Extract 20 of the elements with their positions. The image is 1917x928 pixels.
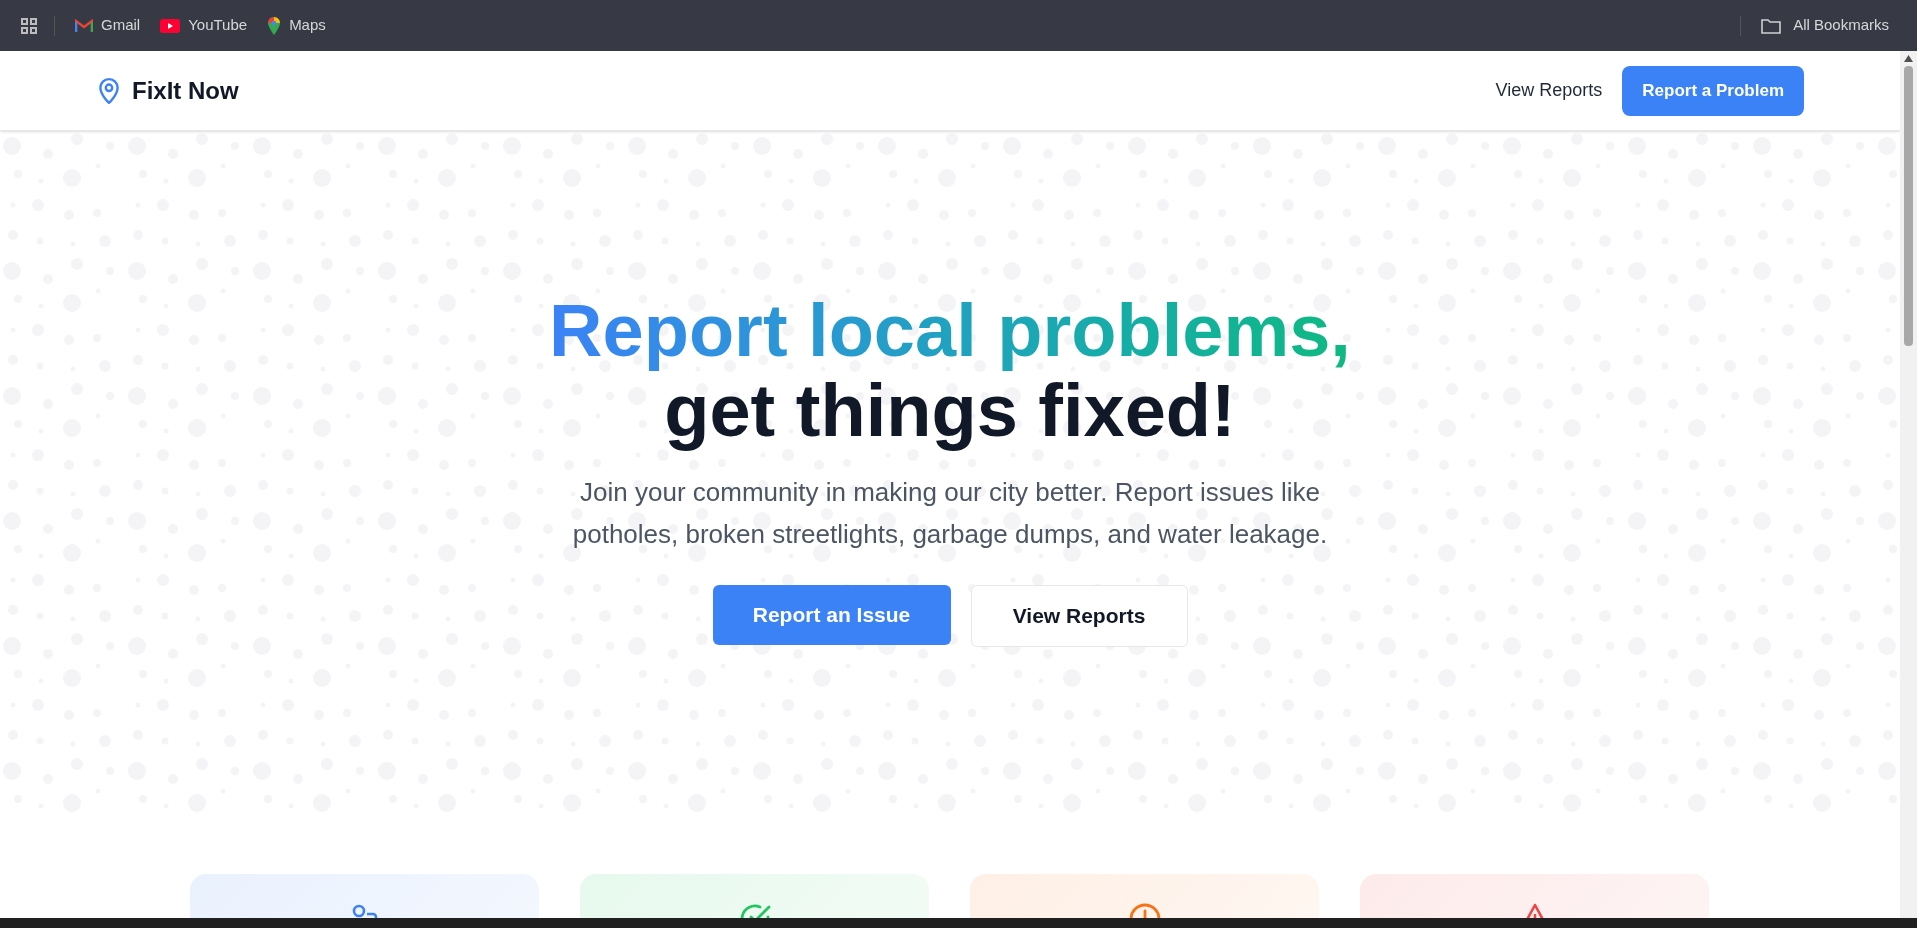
all-bookmarks-button[interactable]: All Bookmarks	[1761, 14, 1889, 37]
map-pin-icon	[267, 15, 282, 36]
apps-icon[interactable]	[20, 16, 38, 35]
view-reports-button[interactable]: View Reports	[970, 585, 1188, 647]
report-issue-button[interactable]: Report an Issue	[712, 585, 951, 645]
bookmark-link[interactable]: Maps	[267, 14, 326, 37]
hero-subtitle: Join your community in making our city better. Report issues like potholes, broken streetlights, garbage dumps, and water leakage.	[571, 476, 1329, 551]
scrollbar-thumb[interactable]	[1904, 66, 1913, 346]
nav-link[interactable]: View Reports	[1495, 77, 1603, 104]
scroll-up-arrow-icon[interactable]	[1904, 55, 1913, 62]
bookmark-link[interactable]: Gmail	[75, 14, 141, 37]
folder-icon	[1761, 17, 1782, 34]
mail-icon	[75, 18, 93, 33]
report-problem-button[interactable]: Report a Problem	[1622, 65, 1804, 116]
map-pin-icon	[96, 76, 122, 105]
play-icon	[160, 18, 181, 33]
scrollbar[interactable]	[1900, 51, 1917, 918]
bookmark-link[interactable]: YouTube	[160, 14, 248, 37]
headline: get things fixed!	[664, 371, 1236, 451]
logo-text[interactable]: FixIt Now	[132, 72, 239, 109]
